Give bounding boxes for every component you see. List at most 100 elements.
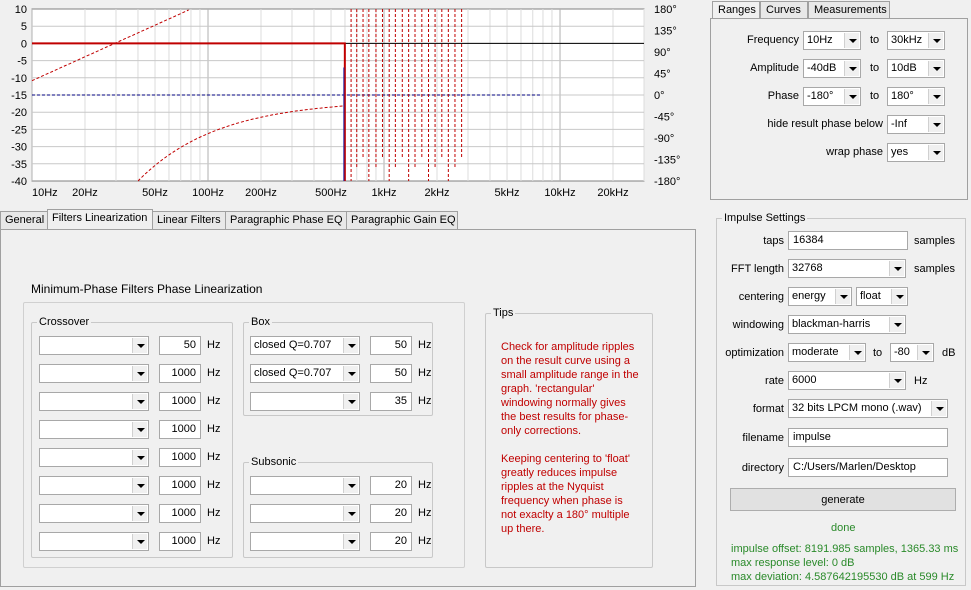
y-left-tick-label: -15 — [11, 90, 27, 102]
x-tick-label: 1kHz — [371, 187, 396, 199]
y-left-tick-label: -40 — [11, 176, 27, 188]
amplitude-to-select[interactable]: 10dB — [887, 59, 945, 78]
chevron-down-icon — [889, 317, 904, 332]
response-graph[interactable]: 10 5 0 -5 -10 -15 -20 -25 -30 -35 -40 180° 135° 90° 4… — [0, 0, 706, 204]
y-right-tick-label: -180° — [654, 176, 680, 188]
amplitude-from-value: -40dB — [807, 62, 837, 74]
y-left-tick-label: 5 — [21, 21, 27, 33]
tab-ranges-label: Ranges — [718, 4, 756, 16]
tab-ranges[interactable]: Ranges — [712, 1, 760, 19]
wrap-phase-value: yes — [891, 146, 909, 158]
y-right-tick-label: -90° — [654, 133, 674, 145]
x-tick-label: 2kHz — [424, 187, 449, 199]
hide-phase-select[interactable]: -Inf — [887, 115, 945, 134]
y-left-tick-label: -5 — [17, 56, 27, 68]
x-tick-label: 20kHz — [597, 187, 628, 199]
y-left-tick-label: -25 — [11, 124, 27, 136]
windowing-select[interactable]: blackman-harris — [788, 315, 906, 334]
x-tick-label: 100Hz — [192, 187, 224, 199]
x-tick-label: 20Hz — [72, 187, 98, 199]
x-tick-label: 500Hz — [315, 187, 347, 199]
directory-input[interactable]: C:/Users/Marlen/Desktop — [788, 458, 948, 477]
y-right-tick-label: -135° — [654, 155, 680, 167]
tab-paragraphic-gain-eq-label: Paragraphic Gain EQ — [351, 214, 456, 226]
chevron-down-icon — [844, 89, 859, 104]
max-deviation-text: max deviation: 4.587642195530 dB at 599 … — [731, 571, 955, 583]
hide-phase-value: -Inf — [891, 118, 907, 130]
graph-svg: 10 5 0 -5 -10 -15 -20 -25 -30 -35 -40 180° 135° 90° 4… — [11, 4, 680, 199]
tab-filters-linearization[interactable]: Filters Linearization — [47, 209, 153, 230]
hide-phase-label: hide result phase below — [767, 118, 883, 130]
tab-paragraphic-phase-eq[interactable]: Paragraphic Phase EQ — [225, 211, 347, 229]
format-select[interactable]: 32 bits LPCM mono (.wav) — [788, 399, 948, 418]
chevron-down-icon — [835, 289, 850, 304]
centering-select[interactable]: energy — [788, 287, 852, 306]
fft-length-select[interactable]: 32768 — [788, 259, 906, 278]
x-tick-label: 5kHz — [495, 187, 520, 199]
tips-label: Tips — [491, 307, 516, 319]
tab-linear-filters[interactable]: Linear Filters — [152, 211, 226, 229]
impulse-settings-label: Impulse Settings — [722, 212, 808, 224]
chevron-down-icon — [928, 61, 943, 76]
amplitude-from-select[interactable]: -40dB — [803, 59, 861, 78]
wrap-phase-select[interactable]: yes — [887, 143, 945, 162]
taps-label: taps — [763, 235, 784, 247]
rate-select[interactable]: 6000 — [788, 371, 906, 390]
y-left-tick-label: 10 — [15, 4, 27, 16]
taps-input[interactable]: 16384 — [788, 231, 908, 250]
max-response-text: max response level: 0 dB — [731, 557, 855, 569]
chevron-down-icon — [889, 373, 904, 388]
tab-filters-linearization-label: Filters Linearization — [52, 212, 148, 224]
fft-length-unit: samples — [914, 263, 955, 275]
tab-measurements[interactable]: Measurements — [808, 1, 890, 18]
rate-value: 6000 — [792, 374, 817, 386]
chevron-down-icon — [849, 345, 864, 360]
phase-to-select[interactable]: 180° — [887, 87, 945, 106]
wrap-phase-label: wrap phase — [826, 146, 883, 158]
chevron-down-icon — [891, 289, 906, 304]
chevron-down-icon — [928, 117, 943, 132]
tab-paragraphic-phase-eq-label: Paragraphic Phase EQ — [230, 214, 343, 226]
optimization-value: moderate — [792, 346, 839, 358]
directory-label: directory — [741, 462, 784, 474]
y-left-tick-label: -10 — [11, 73, 27, 85]
filters-frame — [23, 302, 465, 568]
generate-button[interactable]: generate — [730, 488, 956, 511]
amplitude-label: Amplitude — [750, 62, 799, 74]
panel-title: Minimum-Phase Filters Phase Linearizatio… — [31, 282, 263, 296]
chevron-down-icon — [928, 145, 943, 160]
y-right-tick-label: 90° — [654, 47, 671, 59]
status-text: done — [831, 522, 856, 534]
y-right-tick-label: 135° — [654, 26, 677, 38]
tab-general[interactable]: General — [0, 211, 48, 229]
frequency-from-select[interactable]: 10Hz — [803, 31, 861, 50]
amplitude-to-label: to — [870, 62, 880, 74]
windowing-value: blackman-harris — [792, 318, 871, 330]
optimization-select[interactable]: moderate — [788, 343, 866, 362]
chevron-down-icon — [931, 401, 946, 416]
impulse-offset-text: impulse offset: 8191.985 samples, 1365.3… — [731, 543, 959, 555]
chevron-down-icon — [917, 345, 932, 360]
phase-label: Phase — [767, 90, 799, 102]
tab-curves[interactable]: Curves — [760, 1, 808, 18]
phase-from-select[interactable]: -180° — [803, 87, 861, 106]
tab-linear-filters-label: Linear Filters — [157, 214, 221, 226]
format-label: format — [752, 403, 784, 415]
tab-curves-label: Curves — [766, 4, 801, 16]
tab-paragraphic-gain-eq[interactable]: Paragraphic Gain EQ — [346, 211, 458, 229]
windowing-label: windowing — [732, 319, 784, 331]
fft-length-label: FFT length — [731, 263, 784, 275]
centering-mode-select[interactable]: float — [856, 287, 908, 306]
x-tick-label: 50Hz — [142, 187, 168, 199]
filters-linearization-panel: Minimum-Phase Filters Phase Linearizatio… — [0, 229, 696, 587]
optimization-level-select[interactable]: -80 — [890, 343, 934, 362]
filename-input[interactable]: impulse — [788, 428, 948, 447]
x-tick-label: 200Hz — [245, 187, 277, 199]
rate-label: rate — [765, 375, 784, 387]
frequency-to-select[interactable]: 30kHz — [887, 31, 945, 50]
y-right-tick-label: 180° — [654, 4, 677, 16]
y-right-tick-label: 0° — [654, 90, 665, 102]
phase-to-label: to — [870, 90, 880, 102]
frequency-to-value: 30kHz — [891, 34, 923, 46]
y-left-tick-label: 0 — [21, 38, 27, 50]
